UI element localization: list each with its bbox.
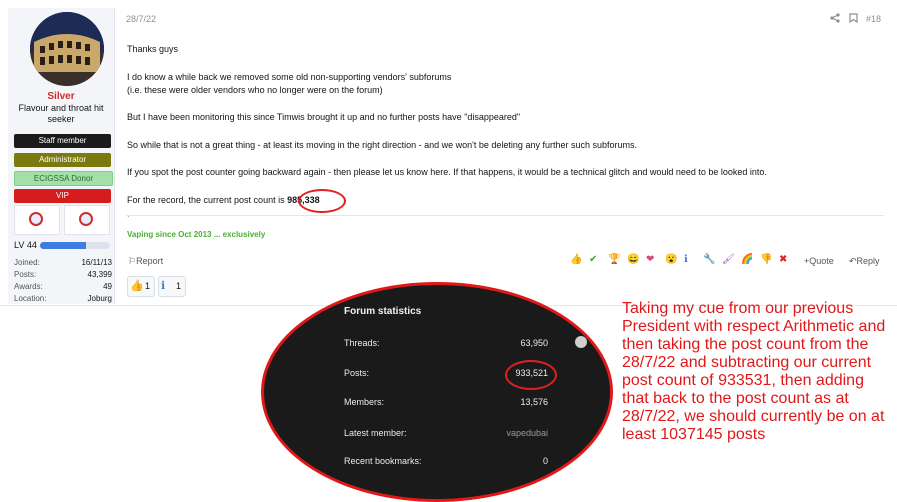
message-line: Thanks guys	[127, 44, 179, 54]
thumbs-up-icon: 👍	[130, 280, 144, 292]
quote-button[interactable]: +Quote	[804, 256, 834, 266]
message-line: But I have been monitoring this since Ti…	[127, 112, 521, 122]
reaction-informative-icon[interactable]: ℹ	[684, 254, 688, 265]
post-date[interactable]: 28/7/22	[126, 14, 156, 24]
signature: Vaping since Oct 2013 ... exclusively	[127, 230, 266, 239]
reaction-winner-icon[interactable]: 🏆	[608, 254, 620, 265]
stat-members: Members: 13,576	[344, 397, 548, 407]
calendar-icon	[29, 212, 43, 226]
reaction-disagree-icon[interactable]: ✖	[779, 254, 787, 265]
stat-latest-member: Latest member: vapedubai	[344, 428, 548, 438]
highlight-circle	[298, 189, 346, 213]
message-dot: .	[127, 209, 130, 219]
reaction-funny-icon[interactable]: 😄	[627, 254, 639, 265]
reaction-optimistic-icon[interactable]: 🌈	[741, 254, 753, 265]
message-line: (i.e. these were older vendors who no lo…	[127, 85, 383, 95]
award-badge[interactable]	[14, 205, 60, 235]
user-sidebar: Silver Flavour and throat hit seeker Sta…	[8, 8, 115, 304]
reaction-informative[interactable]: ℹ1	[158, 276, 186, 297]
record-line: For the record, the current post count i…	[127, 195, 320, 205]
signature-divider	[126, 215, 884, 216]
record-prefix: For the record, the current post count i…	[127, 195, 288, 205]
username[interactable]: Silver	[8, 91, 114, 102]
stat-recent-bookmarks: Recent bookmarks: 0	[344, 456, 548, 466]
level-label: LV 44	[14, 240, 37, 250]
level-progress-fill	[40, 242, 86, 249]
stat-location: Location: Joburg	[14, 294, 112, 303]
highlight-circle	[505, 360, 557, 390]
avatar[interactable]	[30, 12, 104, 86]
banner-vip: VIP	[14, 189, 111, 203]
banner-donor: ECIGSSA Donor	[14, 171, 113, 186]
stat-posts: Posts: 43,399	[14, 270, 112, 279]
reply-icon: ↶	[849, 256, 857, 266]
stat-awards: Awards: 49	[14, 282, 112, 291]
user-title: Flavour and throat hit seeker	[18, 103, 104, 124]
calendar-icon	[79, 212, 93, 226]
stat-threads: Threads: 63,950	[344, 338, 548, 348]
reaction-like-icon[interactable]: 👍	[570, 254, 582, 265]
report-button[interactable]: ⚐Report	[128, 256, 163, 267]
banner-staff: Staff member	[14, 134, 111, 148]
stat-joined: Joined: 16/11/13	[14, 258, 112, 267]
forum-statistics-title: Forum statistics	[344, 306, 422, 317]
level-progress-bar	[40, 242, 110, 249]
reddit-icon[interactable]	[575, 336, 587, 348]
reaction-useful-icon[interactable]: 🔧	[703, 254, 715, 265]
reaction-creative-icon[interactable]: 🖌	[722, 254, 735, 265]
forum-statistics-panel	[261, 282, 613, 502]
reaction-agree-icon[interactable]: ✔	[589, 254, 597, 265]
message-line: I do know a while back we removed some o…	[127, 72, 452, 82]
message-line: So while that is not a great thing - at …	[127, 140, 637, 150]
annotation-text: Taking my cue from our previous Presiden…	[622, 300, 886, 443]
award-badge[interactable]	[64, 205, 110, 235]
reaction-wow-icon[interactable]: 😮	[665, 254, 677, 265]
reaction-dislike-icon[interactable]: 👎	[760, 254, 772, 265]
forum-post: Silver Flavour and throat hit seeker Sta…	[0, 0, 897, 306]
reaction-like[interactable]: 👍 1	[127, 276, 155, 297]
flag-icon: ⚐	[128, 256, 137, 266]
reply-button[interactable]: ↶Reply	[849, 256, 880, 267]
message-line: If you spot the post counter going backw…	[127, 167, 767, 177]
post-number[interactable]: #18	[866, 14, 881, 24]
banner-administrator: Administrator	[14, 153, 111, 167]
share-icon[interactable]	[830, 13, 840, 26]
reaction-love-icon[interactable]: ❤	[646, 254, 654, 265]
bookmark-icon[interactable]	[849, 13, 858, 26]
info-icon: ℹ	[161, 280, 166, 292]
